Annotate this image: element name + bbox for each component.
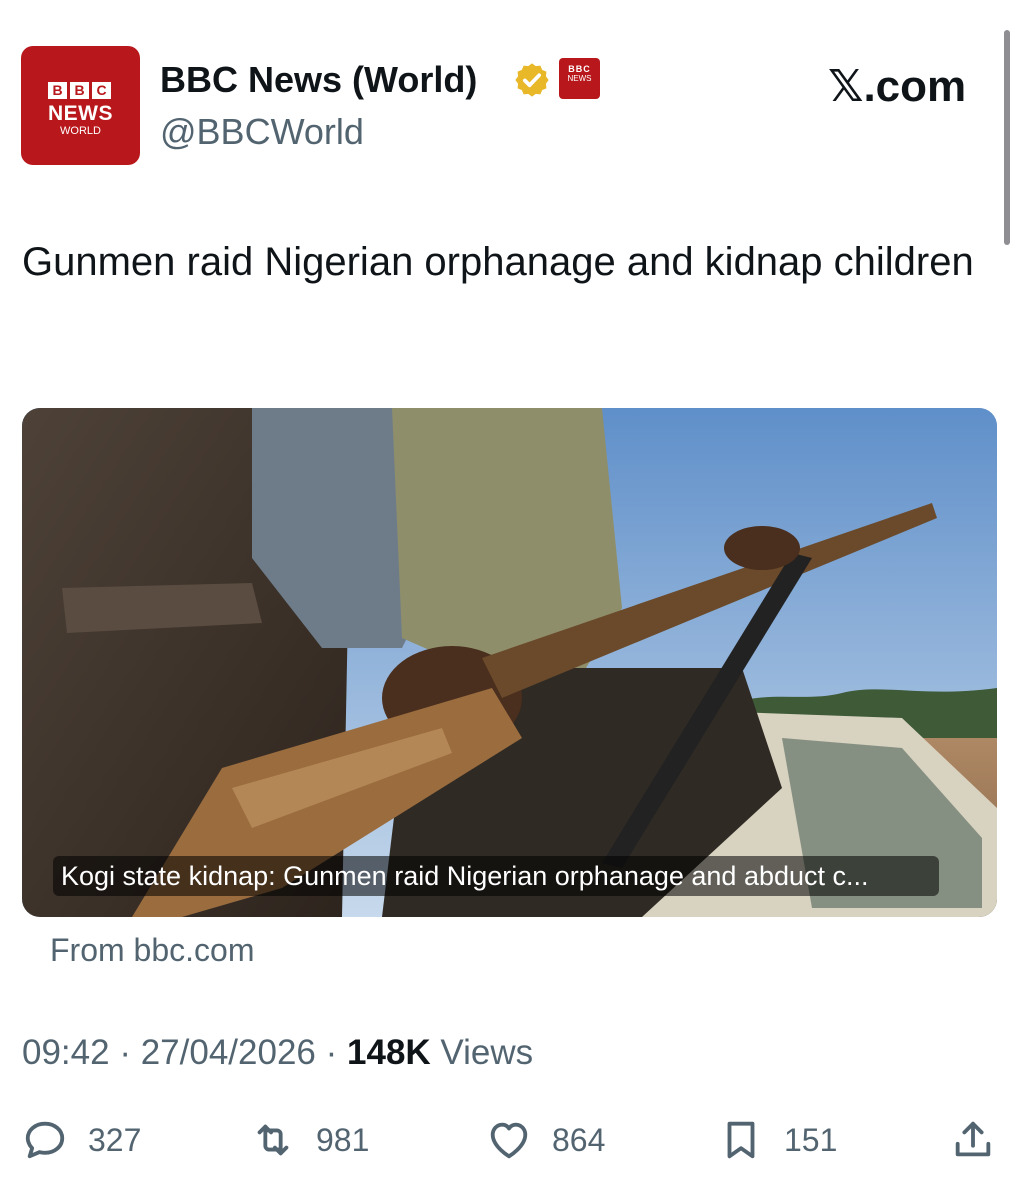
like-button[interactable]: 864 bbox=[486, 1118, 605, 1162]
views-label: Views bbox=[440, 1033, 534, 1072]
link-card[interactable]: Kogi state kidnap: Gunmen raid Nigerian … bbox=[22, 408, 997, 917]
avatar[interactable]: B B C NEWS WORLD bbox=[21, 46, 140, 165]
affiliate-badge-top: BBC bbox=[568, 64, 591, 74]
site-label: 𝕏.com bbox=[828, 62, 967, 111]
card-source[interactable]: From bbc.com bbox=[50, 928, 254, 972]
meta-separator: · bbox=[119, 1033, 131, 1072]
tweet-time[interactable]: 09:42 bbox=[22, 1033, 110, 1072]
bookmark-icon bbox=[727, 1121, 755, 1159]
heart-icon bbox=[490, 1122, 528, 1159]
tweet-date[interactable]: 27/04/2026 bbox=[141, 1033, 316, 1072]
views-count: 148K bbox=[347, 1033, 431, 1072]
affiliate-badge-bottom: NEWS bbox=[567, 74, 592, 83]
affiliate-badge[interactable]: BBC NEWS bbox=[559, 58, 600, 99]
repost-button[interactable]: 981 bbox=[250, 1118, 369, 1162]
avatar-news-text: NEWS bbox=[48, 102, 113, 125]
bbc-blocks-logo: B B C bbox=[48, 82, 111, 99]
display-name[interactable]: BBC News (World) bbox=[160, 58, 477, 102]
logo-block: B bbox=[70, 82, 89, 99]
meta-separator: · bbox=[325, 1033, 338, 1072]
reply-count: 327 bbox=[88, 1121, 142, 1158]
like-count: 864 bbox=[552, 1121, 606, 1158]
tweet-text: Gunmen raid Nigerian orphanage and kidna… bbox=[22, 240, 974, 284]
logo-block: C bbox=[92, 82, 111, 99]
repost-icon bbox=[257, 1124, 289, 1156]
repost-count: 981 bbox=[316, 1121, 370, 1158]
avatar-world-text: WORLD bbox=[60, 125, 101, 137]
reply-icon bbox=[25, 1121, 65, 1159]
card-caption: Kogi state kidnap: Gunmen raid Nigerian … bbox=[53, 856, 939, 896]
share-icon bbox=[955, 1121, 991, 1157]
bookmark-button[interactable]: 151 bbox=[718, 1118, 837, 1162]
handle[interactable]: @BBCWorld bbox=[160, 110, 364, 154]
card-photo bbox=[22, 408, 997, 917]
logo-block: B bbox=[48, 82, 67, 99]
share-button[interactable] bbox=[950, 1118, 996, 1162]
scrollbar[interactable] bbox=[1004, 30, 1010, 245]
tweet-meta: 09:42 · 27/04/2026 · 148K Views bbox=[22, 1030, 533, 1076]
verified-badge-icon bbox=[515, 63, 549, 97]
bookmark-count: 151 bbox=[784, 1121, 838, 1158]
reply-button[interactable]: 327 bbox=[22, 1118, 141, 1162]
